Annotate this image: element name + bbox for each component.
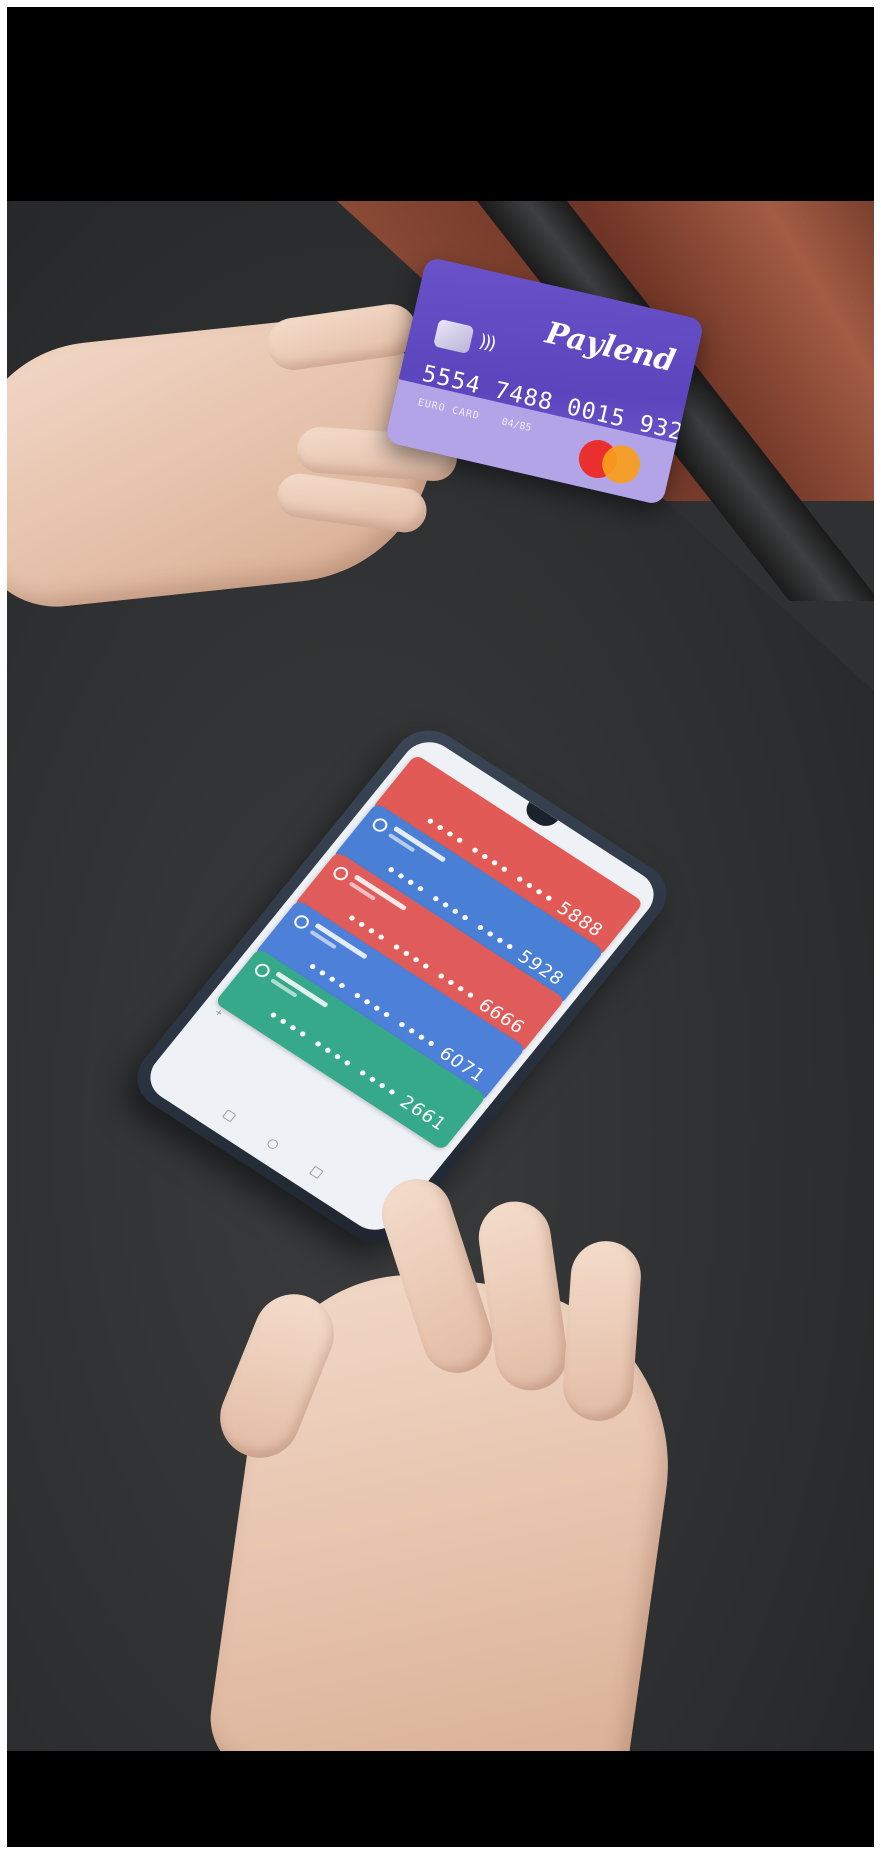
card-brand: Paylend xyxy=(542,315,679,380)
ring-finger xyxy=(560,1238,644,1424)
plus-icon: + xyxy=(211,1007,225,1020)
bank-logo-icon xyxy=(252,961,273,980)
chip-icon xyxy=(433,318,475,355)
nav-recent-icon[interactable] xyxy=(309,1165,324,1180)
bank-logo-icon xyxy=(369,815,391,835)
bank-logo-icon xyxy=(330,864,352,883)
photo-scene: ))) Paylend 5554 7488 0015 9322 EURO CAR… xyxy=(7,201,874,1751)
bank-logo-icon xyxy=(291,912,312,932)
nav-back-icon[interactable] xyxy=(222,1109,237,1123)
contactless-icon: ))) xyxy=(477,330,497,355)
nav-home-icon[interactable] xyxy=(265,1137,281,1151)
photo-frame: ))) Paylend 5554 7488 0015 9322 EURO CAR… xyxy=(7,7,874,1847)
add-card-row[interactable]: + xyxy=(212,1007,225,1019)
